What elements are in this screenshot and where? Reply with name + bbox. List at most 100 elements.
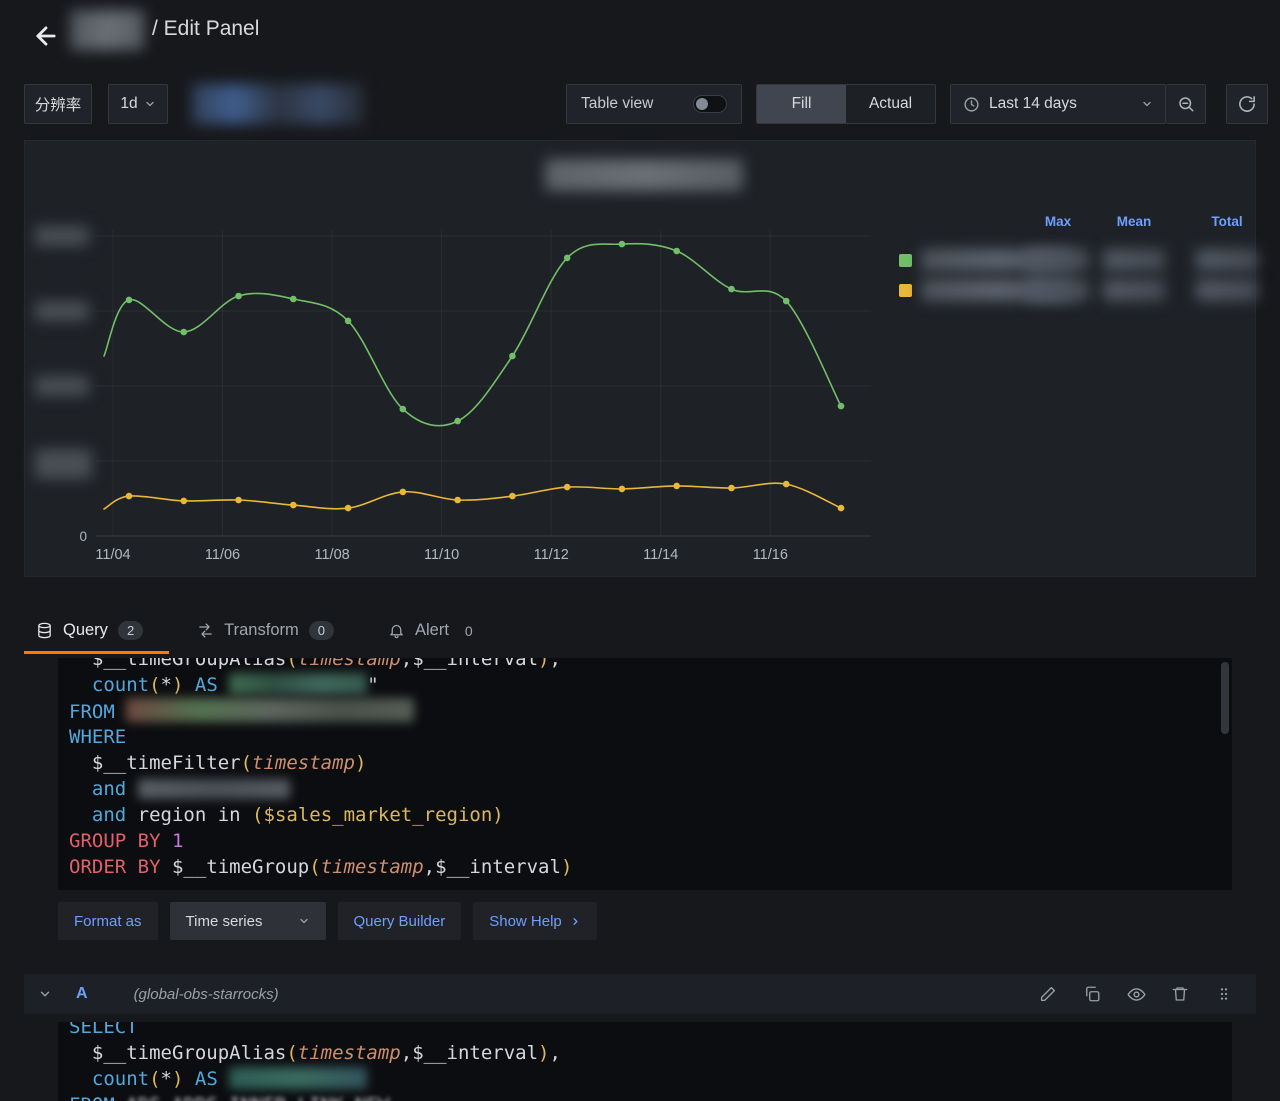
x-axis-label: 11/12 (533, 547, 569, 563)
code-line: count(*) AS " (69, 672, 1232, 698)
format-as-select[interactable]: Time series (169, 902, 326, 940)
show-help-button[interactable]: Show Help (473, 902, 597, 940)
code-token: FROM (69, 701, 127, 723)
magnifier-minus-icon (1178, 97, 1193, 112)
eye-icon (1126, 987, 1146, 1001)
table-view-label: Table view (581, 95, 654, 112)
fill-option[interactable]: Fill (757, 85, 846, 123)
format-as-label: Format as (74, 912, 142, 930)
arrow-left-icon (36, 26, 56, 46)
copy-icon (1086, 986, 1100, 1002)
code-token: $__interval (412, 1042, 539, 1064)
code-line: count(*) AS (69, 1066, 1232, 1092)
code-token: , (400, 658, 413, 670)
edit-query-button[interactable] (1038, 984, 1058, 1004)
code-token: , (549, 658, 561, 670)
code-token: ( (240, 752, 253, 774)
fill-actual-segmented: Fill Actual (756, 84, 936, 124)
tab-query-badge: 2 (117, 621, 144, 640)
time-range-picker[interactable]: Last 14 days (950, 84, 1166, 124)
legend-header-total[interactable]: Total (1211, 214, 1242, 229)
code-token: * (160, 1068, 172, 1090)
tab-transform[interactable]: Transform 0 (185, 610, 360, 654)
code-token: ( (149, 1068, 161, 1090)
code-token: count (91, 674, 150, 696)
legend-value-redacted (1103, 279, 1165, 301)
legend-header-max[interactable]: Max (1045, 214, 1071, 229)
code-token: ( (149, 674, 161, 696)
chevron-down-icon (299, 918, 308, 924)
scrollbar[interactable] (1221, 662, 1229, 734)
code-token: count (91, 1068, 150, 1090)
format-as-value: Time series (185, 912, 263, 930)
actual-option[interactable]: Actual (846, 85, 935, 123)
chevron-down-icon (1143, 101, 1151, 107)
y-axis-label-redacted (35, 301, 89, 321)
chevron-right-icon (573, 917, 578, 925)
code-token: AS (194, 674, 218, 696)
code-line: FROM ADS_ADDS_INNER_LINK_NEW (69, 1092, 1232, 1101)
tab-alert[interactable]: Alert 0 (376, 610, 499, 654)
tab-transform-label: Transform (224, 621, 299, 639)
table-view-toggle[interactable] (693, 95, 727, 113)
back-button[interactable] (30, 20, 62, 52)
zoom-out-button[interactable] (1166, 84, 1206, 124)
code-token: timestamp (320, 856, 424, 878)
y-axis-label-redacted (35, 376, 89, 396)
code-line: $__timeGroupAlias(timestamp,$__interval)… (69, 658, 1232, 672)
code-token: timestamp (297, 658, 401, 670)
refresh-icon (1239, 96, 1255, 112)
page-title: / Edit Panel (152, 17, 260, 40)
timeseries-chart[interactable] (96, 216, 876, 546)
resolution-button[interactable]: 分辨率 (24, 84, 92, 124)
tab-query[interactable]: Query 2 (24, 610, 170, 654)
template-variables-redacted[interactable] (192, 84, 364, 124)
delete-query-button[interactable] (1170, 984, 1190, 1004)
code-token: WHERE (69, 726, 127, 748)
code-token: ) (538, 1042, 550, 1064)
dashboard-title-redacted (70, 10, 144, 50)
x-axis-label: 11/14 (643, 547, 679, 563)
refresh-button[interactable] (1226, 84, 1268, 124)
trash-icon (1172, 987, 1188, 1001)
code-token: and (91, 804, 138, 826)
legend-header-mean[interactable]: Mean (1117, 214, 1152, 229)
code-token: ORDER BY (69, 856, 172, 878)
code-token: ) (172, 674, 184, 696)
code-token: , (400, 1042, 413, 1064)
query-actions (1038, 984, 1234, 1004)
code-token: 1 (171, 830, 184, 852)
code-token: $__timeFilter (69, 752, 241, 774)
query-row-a[interactable]: A (global-obs-starrocks) (24, 974, 1256, 1014)
code-line: WHERE (69, 724, 1232, 750)
pencil-icon (1040, 986, 1056, 1002)
hide-query-button[interactable] (1126, 984, 1146, 1004)
grafana-edit-panel: / Edit Panel 分辨率 1d Table view Fill Actu… (0, 0, 1280, 1101)
interval-dropdown[interactable]: 1d (108, 84, 168, 124)
duplicate-query-button[interactable] (1082, 984, 1102, 1004)
redacted-code (229, 673, 368, 695)
code-line: GROUP BY 1 (69, 828, 1232, 854)
tab-transform-badge: 0 (308, 621, 334, 640)
toggle-knob (696, 98, 708, 110)
tab-alert-label: Alert (414, 621, 449, 639)
sql-code: $__timeGroupAlias(timestamp,$__interval)… (69, 658, 1232, 880)
x-axis-label: 11/16 (752, 547, 788, 563)
legend-value-redacted (1027, 279, 1089, 301)
query-builder-label: Query Builder (353, 912, 446, 930)
sql-editor-2[interactable]: SELECT $__timeGroupAlias(timestamp,$__in… (58, 1022, 1232, 1101)
legend-value-redacted (1027, 249, 1089, 271)
code-token: AS (194, 1068, 218, 1090)
sql-editor[interactable]: $__timeGroupAlias(timestamp,$__interval)… (58, 658, 1232, 890)
code-token: GROUP BY (69, 830, 172, 852)
x-axis-label: 11/04 (95, 547, 131, 563)
collapse-chevron-icon[interactable] (38, 987, 52, 1001)
drag-handle-icon[interactable] (1214, 984, 1234, 1004)
legend-value-redacted (1196, 279, 1258, 301)
query-builder-button[interactable]: Query Builder (337, 902, 462, 940)
database-icon (38, 622, 51, 639)
x-axis-label: 11/06 (204, 547, 241, 563)
